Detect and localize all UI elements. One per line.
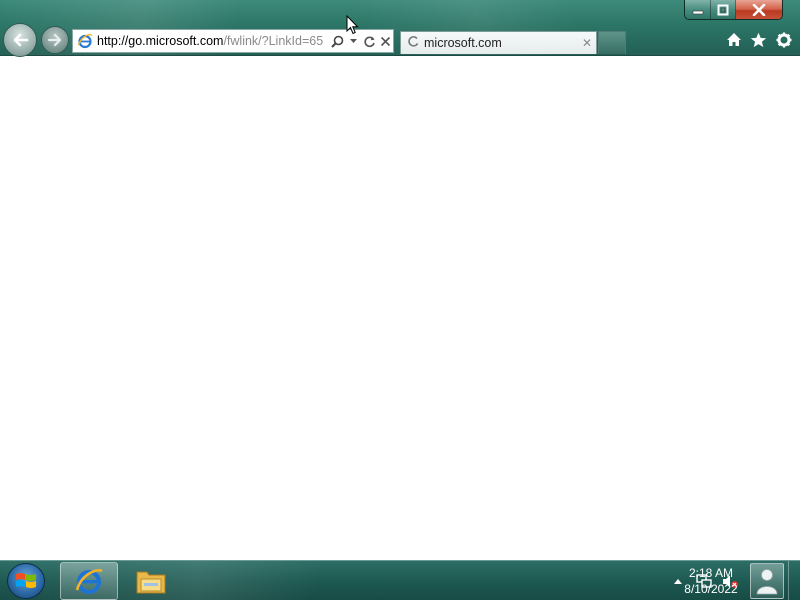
window-caption-buttons — [684, 0, 783, 20]
ie-page-icon — [75, 33, 95, 49]
loading-spinner-icon — [407, 34, 419, 52]
new-tab-button[interactable] — [598, 31, 626, 54]
windows-logo-icon — [16, 573, 36, 588]
start-button[interactable] — [7, 563, 45, 599]
taskbar-clock[interactable]: 2:18 AM 8/10/2022 — [676, 565, 746, 597]
minimize-button[interactable] — [685, 0, 711, 19]
tab-title: microsoft.com — [424, 36, 502, 50]
close-window-button[interactable] — [736, 0, 782, 19]
minimize-icon — [692, 10, 703, 15]
browser-title-bar: http://go.microsoft.com/fwlink/?LinkId=6… — [0, 0, 800, 57]
taskbar-windows-explorer[interactable] — [122, 562, 180, 600]
favorites-star-icon[interactable] — [750, 31, 767, 48]
windows-explorer-icon — [136, 571, 166, 594]
command-toolbar — [725, 31, 792, 48]
user-avatar-icon — [756, 569, 778, 595]
url-text[interactable]: http://go.microsoft.com/fwlink/?LinkId=6… — [95, 34, 329, 48]
restore-icon — [717, 4, 729, 16]
back-arrow-icon — [13, 33, 29, 47]
clock-time: 2:18 AM — [688, 566, 734, 580]
taskbar-internet-explorer[interactable] — [60, 562, 118, 600]
refresh-icon[interactable] — [361, 35, 377, 48]
user-avatar-button[interactable] — [750, 563, 784, 599]
forward-arrow-icon — [47, 33, 62, 47]
page-content-area[interactable] — [0, 57, 800, 560]
stop-icon[interactable] — [377, 36, 393, 47]
forward-button[interactable] — [41, 26, 69, 54]
search-icon[interactable] — [329, 35, 345, 48]
tools-gear-icon[interactable] — [775, 31, 792, 48]
home-icon[interactable] — [725, 31, 742, 48]
back-button[interactable] — [3, 23, 37, 57]
taskbar: 2:18 AM 8/10/2022 — [0, 560, 800, 600]
show-desktop-button[interactable] — [788, 561, 800, 600]
close-icon — [752, 4, 766, 16]
restore-button[interactable] — [711, 0, 736, 19]
close-tab-icon[interactable]: ✕ — [578, 36, 596, 50]
tab-microsoft[interactable]: microsoft.com ✕ — [400, 31, 597, 54]
internet-explorer-icon — [75, 569, 103, 594]
clock-date: 8/10/2022 — [684, 582, 738, 596]
mouse-cursor-icon — [346, 14, 359, 40]
